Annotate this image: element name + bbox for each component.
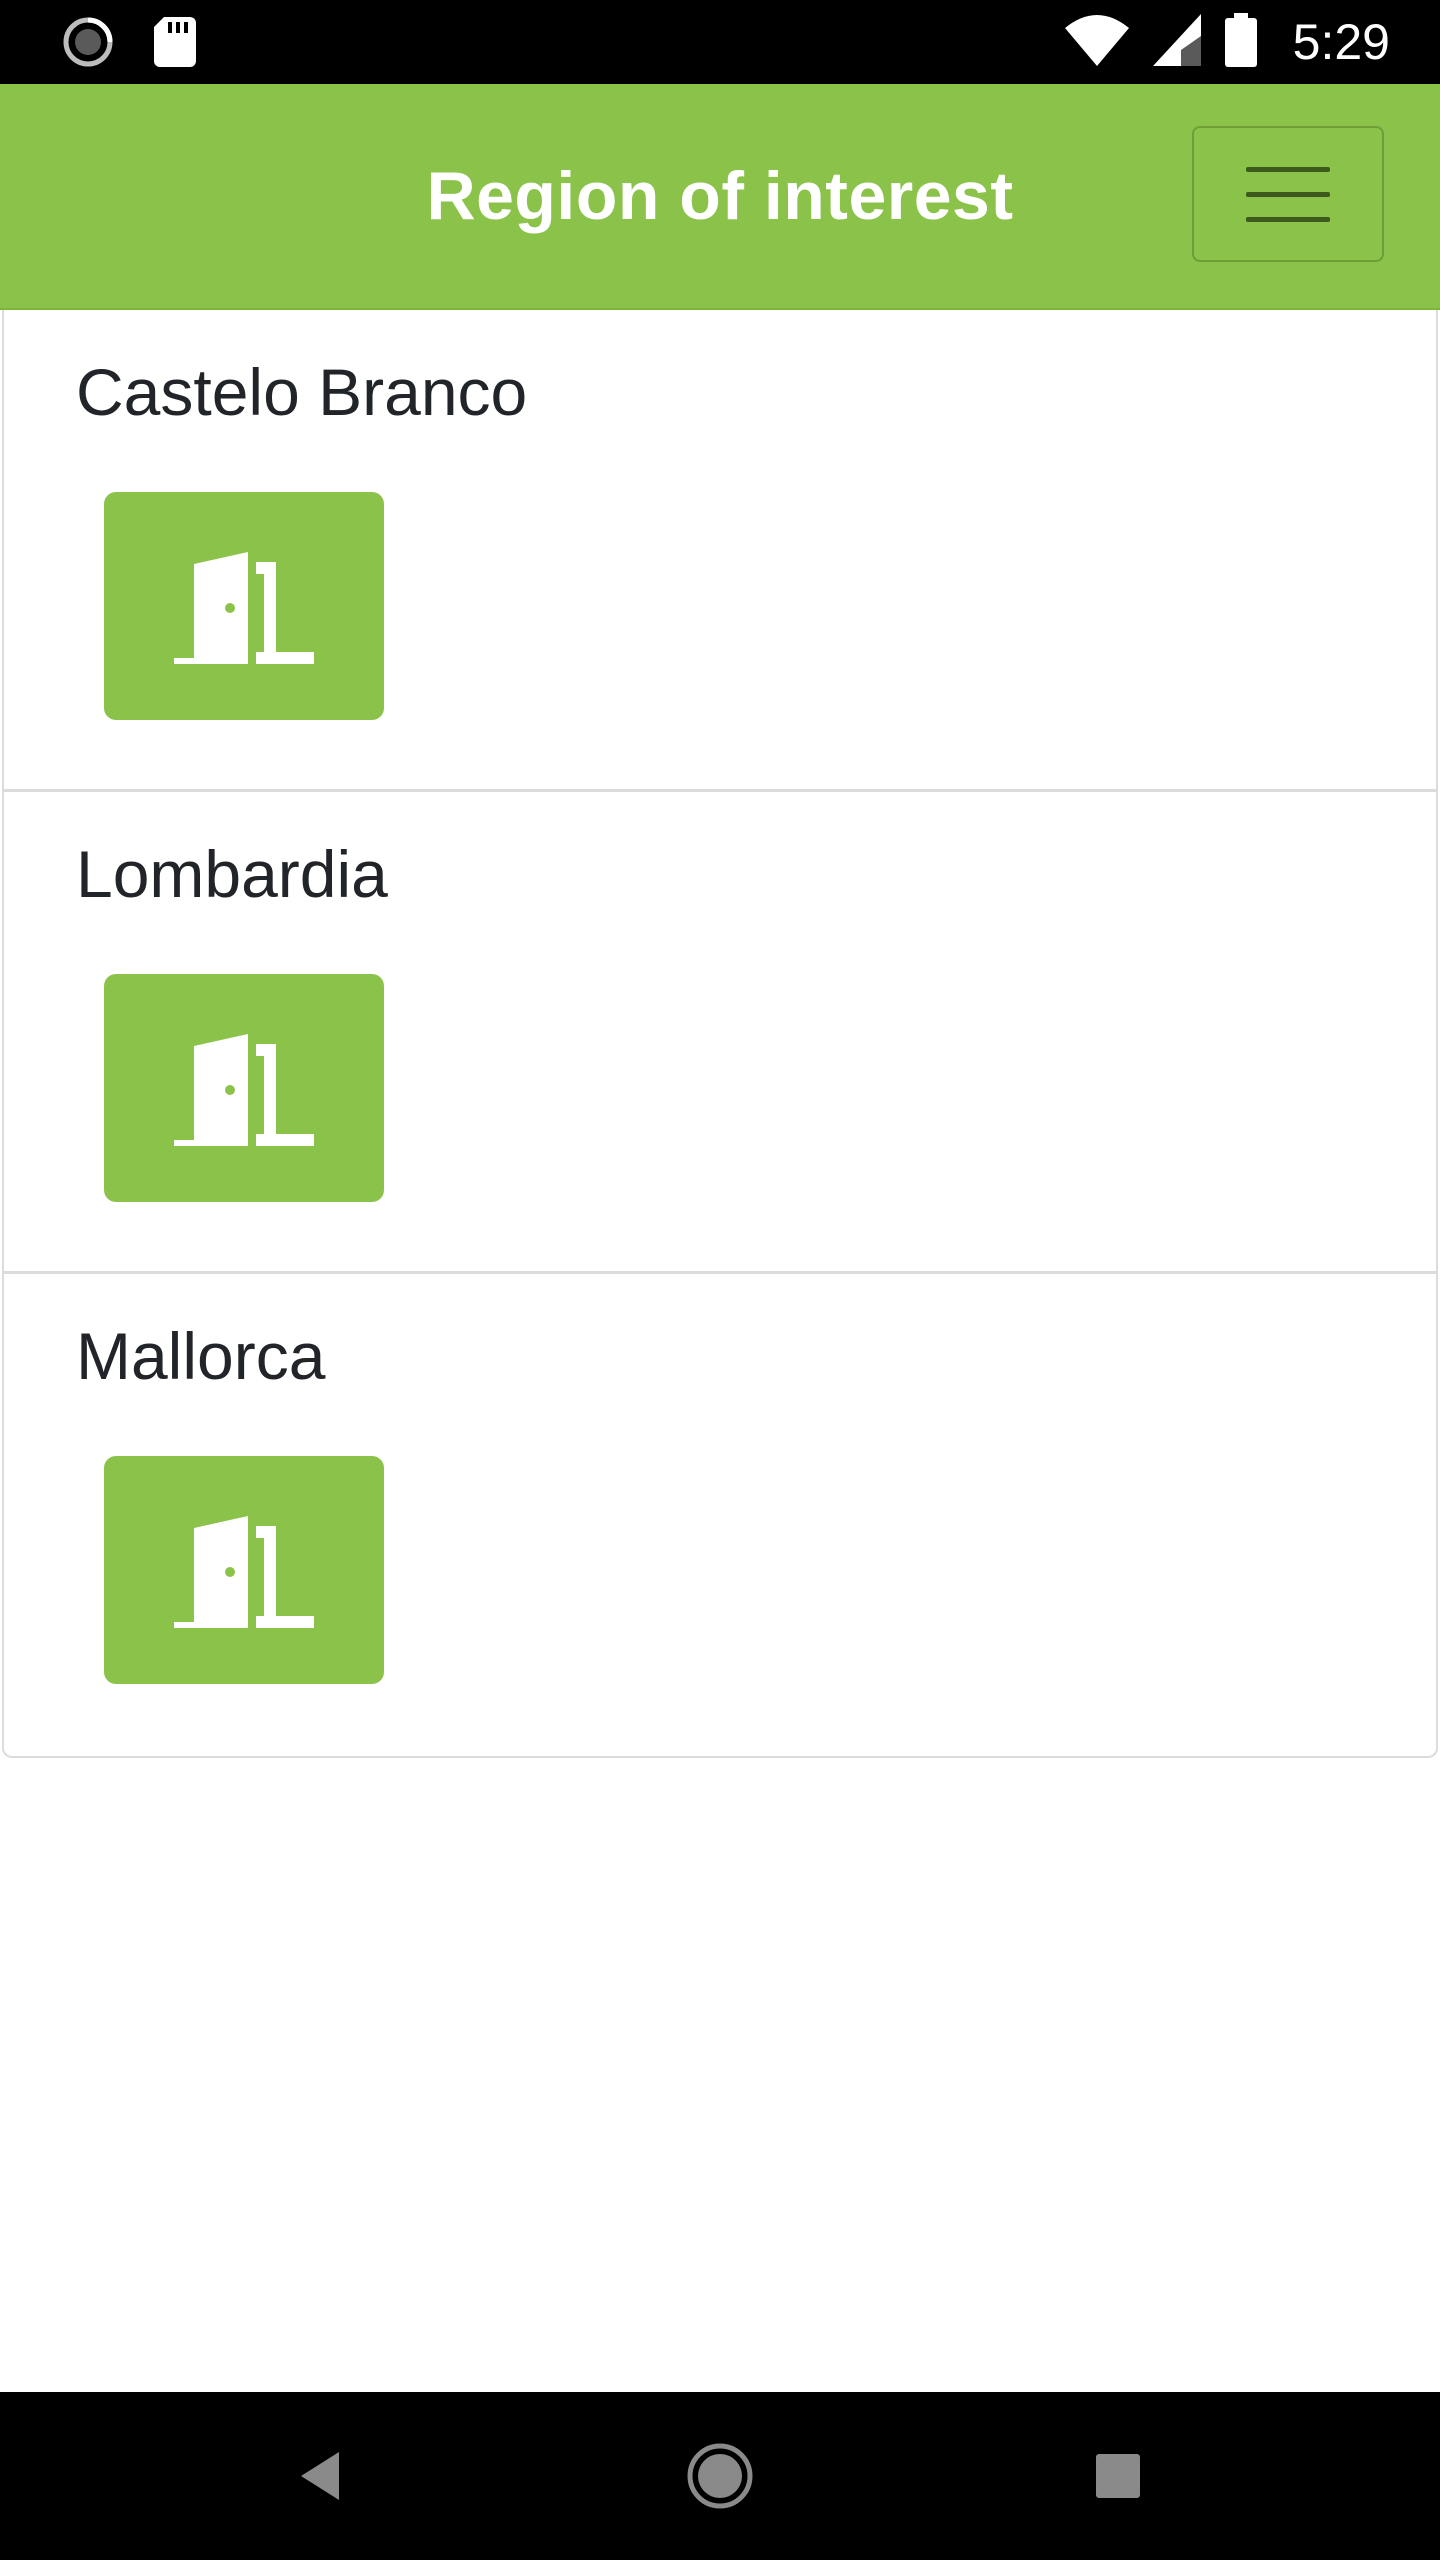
status-bar: 5:29 bbox=[0, 0, 1440, 84]
back-icon bbox=[301, 2452, 339, 2500]
wifi-icon bbox=[1064, 14, 1129, 71]
list-item: Lombardia bbox=[4, 792, 1436, 1274]
sync-icon bbox=[62, 16, 114, 73]
recents-icon bbox=[1096, 2454, 1140, 2498]
door-enter-icon bbox=[174, 552, 314, 664]
door-enter-icon bbox=[174, 1516, 314, 1628]
region-list: Castelo Branco Lombardia Mallorca bbox=[2, 310, 1438, 1758]
enter-region-button[interactable] bbox=[104, 974, 384, 1202]
home-icon bbox=[687, 2443, 753, 2509]
region-name: Castelo Branco bbox=[76, 355, 528, 429]
recents-button[interactable] bbox=[1078, 2436, 1158, 2516]
hamburger-menu-icon-bar bbox=[1246, 216, 1330, 222]
status-left-icons bbox=[62, 16, 196, 73]
menu-button[interactable] bbox=[1192, 126, 1384, 262]
signal-icon bbox=[1152, 13, 1201, 71]
enter-region-button[interactable] bbox=[104, 492, 384, 720]
hamburger-menu-icon-bar bbox=[1246, 191, 1330, 197]
sd-card-icon bbox=[154, 17, 196, 72]
region-name: Mallorca bbox=[76, 1319, 326, 1393]
battery-icon bbox=[1224, 12, 1257, 72]
back-button[interactable] bbox=[280, 2436, 360, 2516]
list-item: Castelo Branco bbox=[4, 310, 1436, 792]
enter-region-button[interactable] bbox=[104, 1456, 384, 1684]
screen: 5:29 Region of interest Castelo Branco L… bbox=[0, 0, 1440, 2560]
status-right-icons: 5:29 bbox=[1064, 12, 1390, 72]
status-time: 5:29 bbox=[1292, 14, 1390, 70]
app-bar: Region of interest bbox=[0, 84, 1440, 310]
region-name: Lombardia bbox=[76, 837, 388, 911]
door-enter-icon bbox=[174, 1034, 314, 1146]
home-button[interactable] bbox=[680, 2436, 760, 2516]
navigation-bar bbox=[0, 2392, 1440, 2560]
list-item: Mallorca bbox=[4, 1274, 1436, 1756]
hamburger-menu-icon bbox=[1246, 166, 1330, 172]
